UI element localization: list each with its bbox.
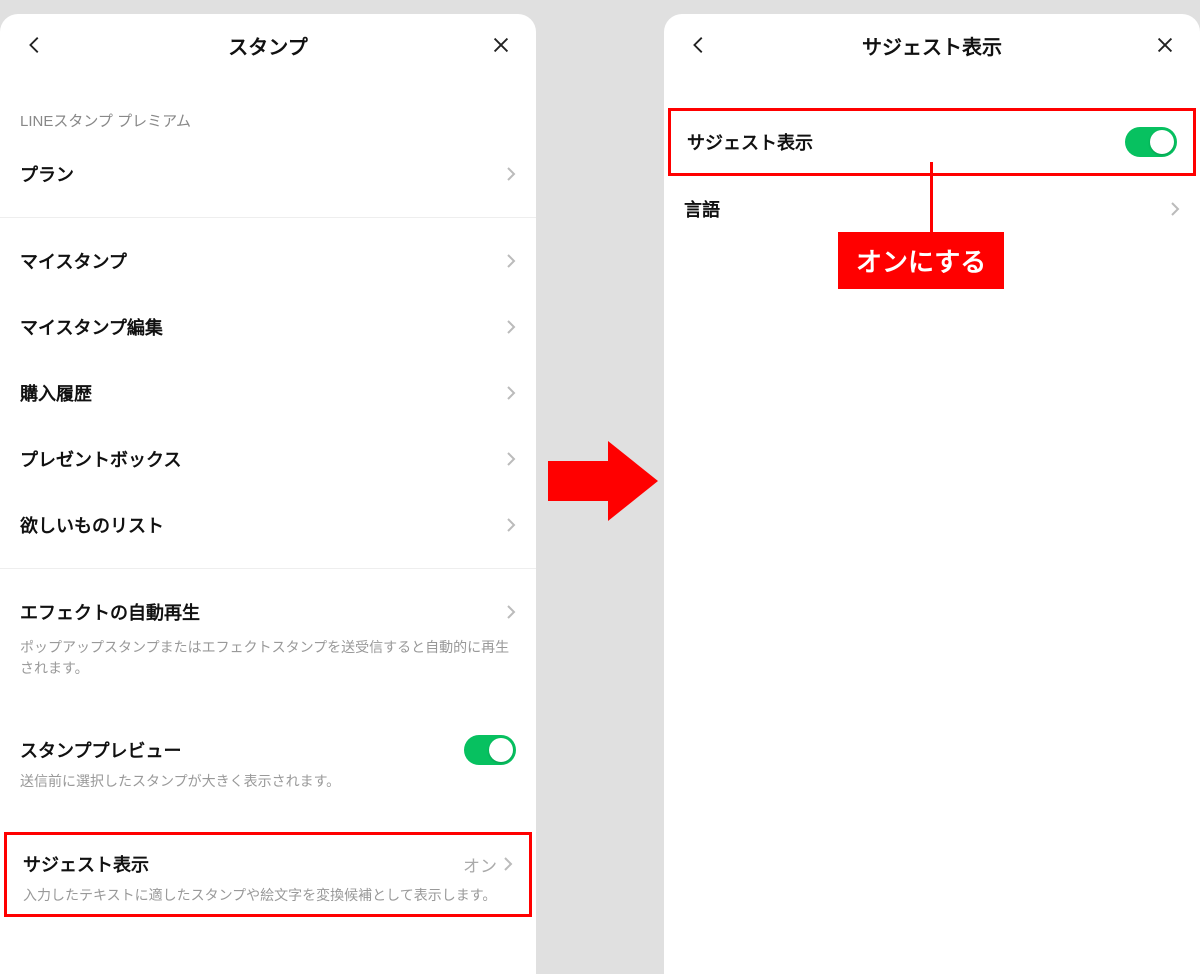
- header: スタンプ: [0, 14, 536, 76]
- phone-right-screen: サジェスト表示 サジェスト表示 言語: [664, 14, 1200, 974]
- chevron-right-icon: [506, 604, 516, 620]
- callout-connector-line: [930, 162, 933, 234]
- section-header-premium: LINEスタンプ プレミアム: [0, 76, 536, 141]
- callout-label: オンにする: [838, 232, 1004, 289]
- suggest-highlight-box: サジェスト表示 オン 入力したテキストに適したスタンプや絵文字を変換候補として表…: [4, 832, 532, 917]
- chevron-right-icon: [506, 319, 516, 335]
- close-icon[interactable]: [1152, 32, 1178, 58]
- row-label: 購入履歴: [20, 380, 92, 406]
- toggle-knob-icon: [1150, 130, 1174, 154]
- row-wishlist[interactable]: 欲しいものリスト: [0, 492, 536, 558]
- header-title: スタンプ: [48, 31, 488, 60]
- row-purchase-history[interactable]: 購入履歴: [0, 360, 536, 426]
- suggest-toggle[interactable]: [1125, 127, 1177, 157]
- row-label: エフェクトの自動再生: [20, 599, 200, 625]
- row-label: マイスタンプ編集: [20, 314, 163, 340]
- row-label: 欲しいものリスト: [20, 512, 164, 538]
- chevron-right-icon: [506, 385, 516, 401]
- row-label: プレゼントボックス: [20, 446, 181, 472]
- stamp-preview-toggle[interactable]: [464, 735, 516, 765]
- toggle-knob-icon: [489, 738, 513, 762]
- row-label: サジェスト表示: [687, 129, 813, 155]
- row-plan[interactable]: プラン: [0, 141, 536, 207]
- chevron-right-icon: [506, 253, 516, 269]
- chevron-right-icon: [503, 856, 513, 872]
- row-label: スタンププレビュー: [20, 737, 181, 763]
- suggest-description: 入力したテキストに適したスタンプや絵文字を変換候補として表示します。: [7, 885, 529, 906]
- header-title: サジェスト表示: [712, 31, 1152, 60]
- row-present-box[interactable]: プレゼントボックス: [0, 426, 536, 492]
- auto-play-description: ポップアップスタンプまたはエフェクトスタンプを送受信すると自動的に再生されます。: [0, 637, 536, 691]
- header: サジェスト表示: [664, 14, 1200, 76]
- row-stamp-preview[interactable]: スタンププレビュー: [0, 715, 536, 779]
- divider: [0, 217, 536, 218]
- back-icon[interactable]: [22, 32, 48, 58]
- divider: [0, 568, 536, 569]
- chevron-right-icon: [506, 166, 516, 182]
- back-icon[interactable]: [686, 32, 712, 58]
- row-auto-play[interactable]: エフェクトの自動再生: [0, 579, 536, 645]
- row-label: プラン: [20, 161, 74, 187]
- suggest-status-value: オン: [463, 852, 497, 877]
- arrow-right-icon: [548, 436, 658, 526]
- row-label: マイスタンプ: [20, 248, 127, 274]
- chevron-right-icon: [506, 451, 516, 467]
- phone-left-screen: スタンプ LINEスタンプ プレミアム プラン マイスタンプ マイスタンプ編集 …: [0, 14, 536, 974]
- chevron-right-icon: [506, 517, 516, 533]
- chevron-right-icon: [1170, 201, 1180, 217]
- row-label: サジェスト表示: [23, 851, 149, 877]
- row-my-stamp-edit[interactable]: マイスタンプ編集: [0, 294, 536, 360]
- close-icon[interactable]: [488, 32, 514, 58]
- row-my-stamp[interactable]: マイスタンプ: [0, 228, 536, 294]
- stamp-preview-description: 送信前に選択したスタンプが大きく表示されます。: [0, 771, 536, 804]
- row-label: 言語: [684, 196, 720, 222]
